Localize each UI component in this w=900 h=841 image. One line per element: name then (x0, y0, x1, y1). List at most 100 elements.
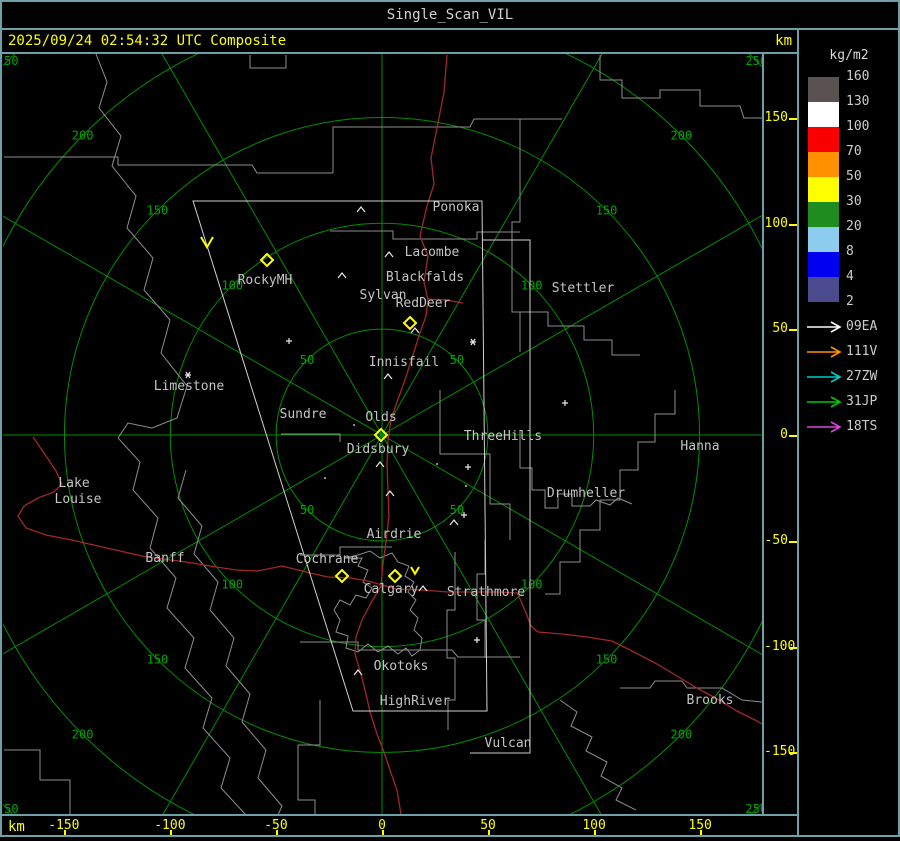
header-row: 2025/09/24 02:54:32 UTC Composite km (2, 30, 898, 52)
city-label: ThreeHills (464, 429, 542, 444)
city-label: Okotoks (374, 659, 429, 674)
storm-marker-plus (465, 464, 471, 470)
y-tick-label: -150 (764, 744, 796, 760)
colorbar-label: 20 (846, 219, 862, 234)
track-legend-row: 09EA (806, 320, 900, 334)
county-boundary (559, 699, 637, 811)
track-id-label: 18TS (846, 419, 878, 434)
ring-label-200: 200 (671, 129, 693, 143)
y-tick-mark (789, 223, 797, 226)
city-label: Hanna (680, 439, 719, 454)
ring-label-250: 250 (745, 54, 762, 68)
y-tick-mark (789, 752, 797, 755)
y-tick-mark (789, 435, 797, 437)
colorbar-label: 4 (846, 269, 854, 284)
y-tick-label: 50 (772, 321, 788, 337)
legend-sidebar: kg/m2 160 130 100 70 50 30 20 8 4 2 09EA 111V 27ZW 3… (799, 30, 900, 836)
radar-app-window: Single_Scan_VIL 2025/09/24 02:54:32 UTC … (0, 0, 900, 841)
track-legend-row: 31JP (806, 395, 900, 409)
azimuth-radial-150 (381, 434, 602, 815)
colorbar-swatch-130 (808, 102, 839, 127)
storm-marker-caret (375, 461, 385, 468)
storm-marker-caret (410, 327, 420, 334)
y-tick-label: -100 (764, 638, 796, 654)
y-tick-mark (789, 117, 797, 120)
ring-label-200: 200 (72, 727, 94, 741)
storm-marker-caret (383, 373, 393, 380)
city-label: Didsbury (347, 442, 410, 457)
city-label: Olds (365, 410, 396, 425)
track-arrow-icon (807, 396, 842, 408)
y-tick-label: -50 (764, 532, 788, 548)
y-tick-label: 100 (764, 215, 788, 231)
radar-site-diamond-icon (334, 568, 350, 584)
colorbar-label: 30 (846, 194, 862, 209)
county-boundary (297, 700, 321, 815)
city-label: RedDeer (396, 296, 451, 311)
colorbar-label: 8 (846, 244, 854, 259)
city-label: Lake (58, 476, 89, 491)
radar-site-diamond-icon (387, 568, 403, 584)
storm-marker-caret (385, 490, 395, 497)
cell-motion-arrow-icon (410, 566, 420, 576)
city-label: Ponoka (433, 200, 480, 215)
colorbar-swatch-8 (808, 252, 839, 277)
track-arrow-icon (807, 421, 842, 433)
storm-marker-caret (384, 251, 394, 258)
y-tick-mark (789, 646, 797, 649)
radar-map-viewport[interactable]: 50 50 50 50 100 100 100 100 150 150 150 150 200 200 20… (3, 54, 762, 815)
scan-timestamp: 2025/09/24 02:54:32 UTC Composite (8, 33, 287, 49)
radar-site-diamond-icon (402, 315, 418, 331)
sidebar-left-border (797, 28, 799, 837)
cell-motion-arrow-icon (200, 236, 214, 250)
ring-label-150: 150 (147, 203, 169, 217)
ring-label-100: 100 (221, 578, 243, 592)
ring-label-150: 150 (147, 653, 169, 667)
county-boundary (511, 119, 521, 352)
colorbar-label: 50 (846, 169, 862, 184)
ring-label-50: 50 (450, 353, 464, 367)
y-tick-label: 150 (764, 109, 788, 125)
track-legend-row: 27ZW (806, 370, 900, 384)
city-label: HighRiver (380, 694, 451, 709)
city-label: Drumheller (547, 486, 625, 501)
frame-bottom-border (0, 835, 900, 837)
frame-left-border (0, 0, 2, 837)
plot-bottom-border (0, 814, 799, 816)
city-label: Limestone (154, 379, 225, 394)
y-tick-mark (789, 540, 797, 543)
ring-label-50: 50 (300, 353, 314, 367)
ring-label-150: 150 (596, 653, 618, 667)
app-title: Single_Scan_VIL (386, 7, 514, 23)
storm-marker-caret (337, 272, 347, 279)
city-label: Sundre (280, 407, 327, 422)
storm-marker-asterisk (185, 371, 191, 379)
city-label: Vulcan (485, 736, 532, 751)
track-id-label: 111V (846, 344, 878, 359)
map-canvas[interactable]: 50 5050 50100 100100 100150 150150 150200 20020… (3, 54, 762, 815)
city-label: Blackfalds (386, 270, 464, 285)
y-axis: 150 100 50 0 -50 -100 -150 (764, 54, 798, 815)
y-tick-label: 0 (780, 427, 788, 442)
colorbar-label: 70 (846, 144, 862, 159)
track-arrow-icon (807, 346, 842, 358)
county-boundary (330, 230, 520, 240)
storm-marker-caret (449, 519, 459, 526)
colorbar-swatch-70 (808, 152, 839, 177)
storm-marker-plus (286, 338, 292, 344)
county-boundary (4, 156, 333, 174)
city-label: Innisfail (369, 355, 439, 370)
city-label: Lacombe (405, 245, 460, 260)
city-label: Banff (145, 551, 184, 566)
city-label: Stettler (552, 281, 615, 296)
city-label: Louise (55, 492, 102, 507)
city-label: Calgary (364, 582, 419, 597)
azimuth-radial-210 (162, 434, 383, 815)
city-label: Brooks (687, 693, 734, 708)
city-label: Strathmore (447, 585, 525, 600)
x-axis: km -150 -100 -50 0 50 100 150 (0, 817, 762, 836)
ring-label-200: 200 (72, 129, 94, 143)
colorbar-swatch-50 (808, 177, 839, 202)
colorbar-label: 160 (846, 69, 870, 84)
ring-label-50: 50 (300, 503, 314, 517)
